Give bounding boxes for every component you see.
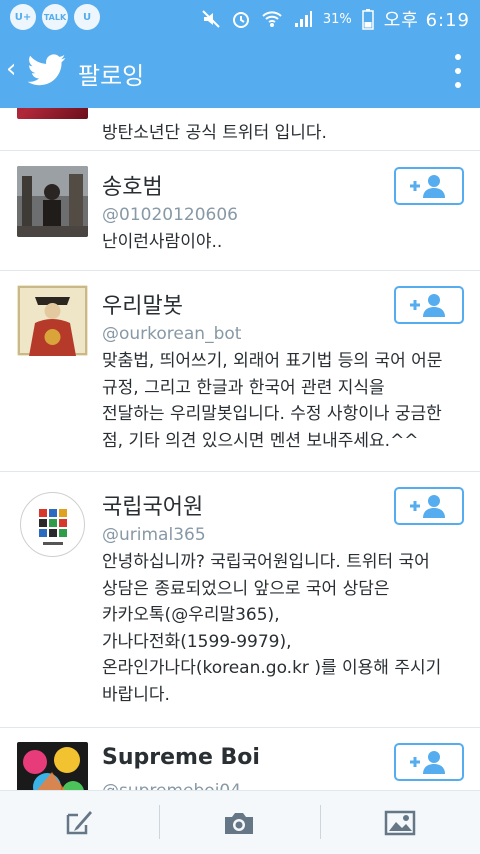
user-bio-line: 온라인가나다(korean.go.kr )를 이용해 주시기 [102, 658, 442, 678]
status-bar: U+ TALK U 31% 오후 6:19 [0, 0, 480, 34]
signal-icon [294, 11, 312, 27]
page-title: 팔로잉 [78, 62, 145, 90]
avatar[interactable] [17, 742, 88, 790]
mute-icon [202, 10, 220, 28]
follow-button[interactable] [394, 743, 464, 781]
user-handle[interactable]: @supremeboi04 [102, 781, 241, 790]
battery-icon [361, 9, 374, 30]
user-name[interactable]: 우리말봇 [102, 288, 183, 320]
following-list[interactable]: 방탄소년단 공식 트위터 입니다. 송호범 @01020120606 난이런사람… [0, 108, 480, 790]
add-person-icon [410, 175, 445, 198]
list-item[interactable]: 국립국어원 @urimal365 안녕하십니까? 국립국어원입니다. 트위터 국… [0, 471, 480, 728]
user-bio-line: 바랍니다. [102, 684, 170, 705]
user-bio-line: 규정, 그리고 한글과 한국어 관련 지식을 [102, 377, 385, 398]
user-bio-line: 점, 기타 의견 있으시면 멘션 보내주세요.^^ [102, 430, 419, 451]
overflow-menu-icon[interactable] [454, 54, 462, 88]
user-bio-line: 난이런사람이야.. [102, 232, 223, 252]
user-bio: 난이런사람이야.. [102, 229, 464, 256]
user-handle[interactable]: @01020120606 [102, 205, 238, 225]
top-bar: ‹ 팔로잉 [0, 34, 480, 108]
image-icon [384, 810, 416, 835]
image-button[interactable] [321, 791, 479, 854]
status-left-icons: U+ TALK U [10, 4, 100, 30]
u-icon: U [74, 4, 100, 30]
list-item[interactable]: 송호범 @01020120606 난이런사람이야.. [0, 151, 480, 271]
avatar[interactable] [17, 285, 88, 356]
avatar[interactable] [17, 108, 88, 119]
twitter-bird-icon[interactable] [28, 53, 66, 87]
battery-percent: 31% [322, 11, 352, 27]
compose-button[interactable] [0, 791, 158, 854]
user-bio-line: 맞춤법, 띄어쓰기, 외래어 표기법 등의 국어 어문 [102, 351, 443, 371]
user-handle[interactable]: @urimal365 [102, 525, 206, 545]
back-chevron-icon[interactable]: ‹ [6, 56, 16, 82]
user-name[interactable]: 국립국어원 [102, 489, 203, 521]
list-item[interactable]: 방탄소년단 공식 트위터 입니다. [0, 108, 480, 151]
user-bio-line: 가나다전화(1599-9979), [102, 631, 292, 652]
user-bio: 맞춤법, 띄어쓰기, 외래어 표기법 등의 국어 어문 규정, 그리고 한글과 … [102, 348, 464, 454]
add-person-icon [410, 294, 445, 317]
add-person-icon [410, 495, 445, 518]
user-name[interactable]: Supreme Boi [102, 745, 260, 770]
list-item[interactable]: 우리말봇 @ourkorean_bot 맞춤법, 띄어쓰기, 외래어 표기법 등… [0, 270, 480, 472]
user-handle[interactable]: @ourkorean_bot [102, 324, 241, 344]
clock: 오후 6:19 [383, 10, 470, 31]
alarm-icon [232, 12, 249, 28]
user-bio-line: 전달하는 우리말봇입니다. 수정 사항이나 궁금한 [102, 404, 442, 424]
follow-button[interactable] [394, 167, 464, 205]
status-right: 31% 오후 6:19 [201, 6, 470, 32]
user-bio-line: 방탄소년단 공식 트위터 입니다. [102, 123, 327, 143]
user-bio-line: 카카오톡(@우리말365), [102, 605, 280, 625]
follow-button[interactable] [394, 487, 464, 525]
bottom-bar [0, 790, 480, 854]
follow-button[interactable] [394, 286, 464, 324]
talk-icon: TALK [42, 4, 68, 30]
user-bio: 안녕하십니까? 국립국어원입니다. 트위터 국어 상담은 종료되었으니 앞으로 … [102, 549, 464, 708]
avatar[interactable] [17, 166, 88, 237]
u-plus-icon: U+ [10, 4, 36, 30]
compose-icon [66, 810, 92, 834]
user-bio-line: 상담은 종료되었으니 앞으로 국어 상담은 [102, 578, 390, 599]
add-person-icon [410, 751, 445, 774]
user-name[interactable]: 송호범 [102, 169, 163, 201]
list-item[interactable]: Supreme Boi @supremeboi04 [0, 727, 480, 790]
camera-button[interactable] [160, 791, 318, 854]
user-bio-line: 안녕하십니까? 국립국어원입니다. 트위터 국어 [102, 552, 430, 572]
avatar[interactable] [17, 489, 88, 560]
wifi-icon [262, 11, 282, 27]
camera-icon [225, 812, 253, 834]
